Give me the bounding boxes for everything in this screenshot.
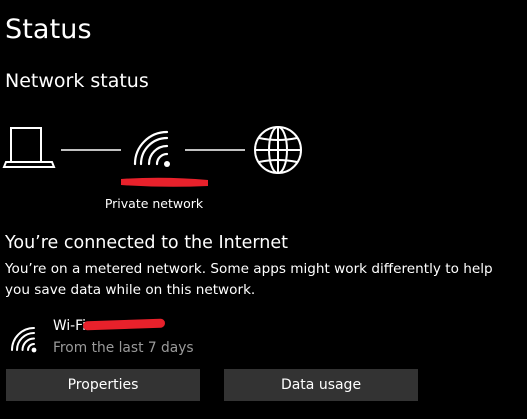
page-title: Status bbox=[5, 14, 92, 45]
network-type-label: Private network bbox=[104, 196, 204, 211]
adapter-name: Wi-Fi bbox=[53, 318, 86, 334]
redacted-adapter-network bbox=[82, 318, 166, 331]
connection-status-description: You’re on a metered network. Some apps m… bbox=[5, 261, 493, 298]
wifi-icon bbox=[133, 130, 170, 167]
properties-button[interactable]: Properties bbox=[6, 369, 200, 401]
adapter-usage-period: From the last 7 days bbox=[53, 340, 194, 356]
redacted-network-name bbox=[121, 177, 208, 187]
wifi-icon bbox=[11, 327, 37, 353]
connection-status-title: You’re connected to the Internet bbox=[5, 233, 288, 253]
data-usage-button[interactable]: Data usage bbox=[224, 369, 418, 401]
globe-icon bbox=[254, 126, 302, 174]
laptop-icon bbox=[2, 127, 56, 168]
network-status-heading: Network status bbox=[5, 70, 149, 92]
